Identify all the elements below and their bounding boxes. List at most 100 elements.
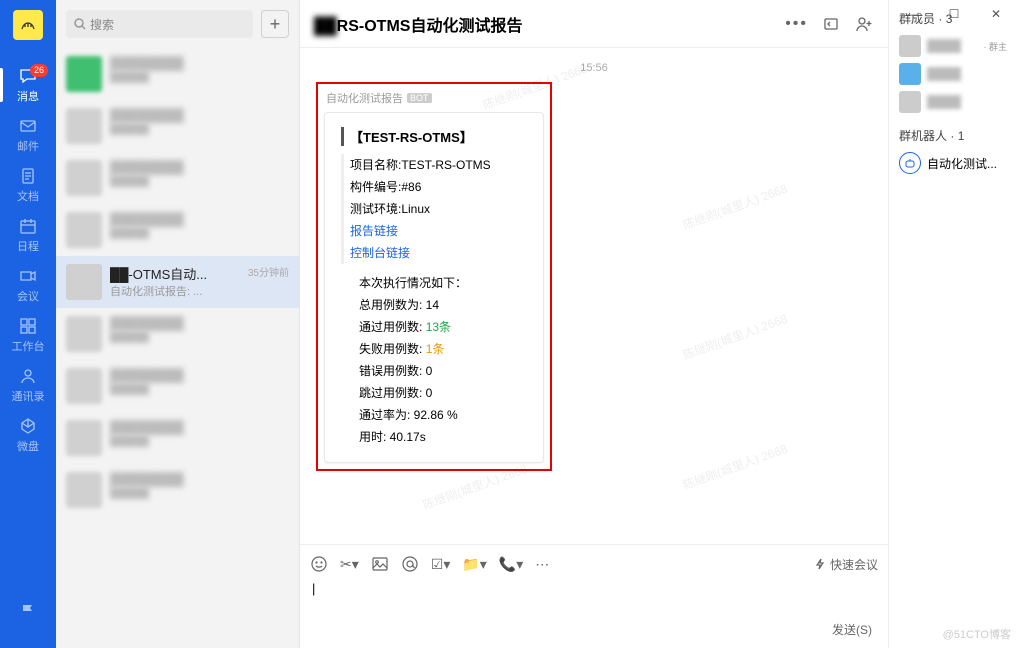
conv-title: ████████ [110,212,289,227]
unread-badge: 26 [30,64,48,77]
conv-title: ████████ [110,420,289,435]
nav-doc[interactable]: 文档 [0,160,56,210]
highlighted-message: 自动化测试报告 BOT 【TEST-RS-OTMS】 项目名称:TEST-RS-… [316,82,552,471]
conv-title: ████████ [110,160,289,175]
window-max[interactable]: ☐ [933,0,975,28]
search-input[interactable]: 搜索 [66,10,253,38]
nav-calendar[interactable]: 日程 [0,210,56,260]
input-bar: ✂▾ ☑▾ 📁▾ 📞▾ ⋯ 快速会议 | 发送(S) [300,544,888,648]
stats-total: 总用例数为: 14 [359,294,527,316]
report-link[interactable]: 报告链接 [341,220,527,242]
bots-header: 群机器人 · 1 [899,127,1007,144]
contacts-icon [18,366,38,386]
member-name: ████ [927,95,1007,109]
avatar [899,63,921,85]
nav-more[interactable] [0,588,56,638]
card-title: 【TEST-RS-OTMS】 [341,127,527,146]
nav-label: 工作台 [12,338,45,354]
nav-chat[interactable]: 消息26 [0,60,56,110]
conv-subtitle: █████ [110,435,289,447]
conv-subtitle: █████ [110,175,289,187]
bot-row[interactable]: 自动化测试... [899,152,1007,174]
avatar [66,316,102,352]
conv-subtitle: █████ [110,487,289,499]
conversation-item[interactable]: ████████ █████ [56,48,299,100]
window-min[interactable]: — [891,0,933,28]
scissors-icon[interactable]: ✂▾ [340,556,359,573]
folder-icon[interactable]: 📁▾ [462,556,486,573]
conversation-item[interactable]: ████████ █████ [56,464,299,516]
avatar [899,91,921,113]
conversation-item[interactable]: ████████ █████ [56,308,299,360]
chat-area: ██RS-OTMS自动化测试报告 ••• 15:56 陈继刚(城里人) 2668… [300,0,889,648]
message-input[interactable]: | [310,577,878,617]
conv-title: ████████ [110,108,289,123]
conversation-item[interactable]: ████████ █████ [56,100,299,152]
send-button[interactable]: 发送(S) [310,617,878,642]
more-icon[interactable]: ••• [785,15,808,33]
meeting-icon [18,266,38,286]
chat-titlebar: ██RS-OTMS自动化测试报告 ••• [300,0,888,48]
image-icon[interactable] [371,555,389,573]
phone-icon[interactable]: 📞▾ [499,556,523,573]
conversation-item[interactable]: ████████ █████ [56,360,299,412]
bot-name: 自动化测试... [927,155,997,172]
avatar [66,160,102,196]
nav-contacts[interactable]: 通讯录 [0,360,56,410]
avatar [66,472,102,508]
conv-subtitle: █████ [110,227,289,239]
doc-icon [18,166,38,186]
nav-label: 通讯录 [12,388,45,404]
member-name: ████ [927,39,978,53]
expand-icon[interactable] [822,15,840,33]
stats-pass: 通过用例数: 13条 [359,316,527,338]
chat-title: ██RS-OTMS自动化测试报告 [314,12,785,36]
nav-mail[interactable]: 邮件 [0,110,56,160]
conv-title: ████████ [110,368,289,383]
conversation-item[interactable]: ████████ █████ [56,152,299,204]
main-area: ██RS-OTMS自动化测试报告 ••• 15:56 陈继刚(城里人) 2668… [300,0,1017,648]
avatar [66,212,102,248]
quick-meeting-button[interactable]: 快速会议 [814,556,878,573]
member-row[interactable]: ████ [899,63,1007,85]
conversation-item[interactable]: ██-OTMS自动... 自动化测试报告: ... 35分钟前 [56,256,299,308]
conversation-list: ████████ █████ ████████ █████ ████████ █… [56,48,299,648]
owner-tag: · 群主 [984,40,1008,53]
add-member-icon[interactable] [854,15,874,33]
conv-subtitle: █████ [110,331,289,343]
conversation-item[interactable]: ████████ █████ [56,204,299,256]
card-env: 测试环境:Linux [341,198,527,220]
conv-subtitle: █████ [110,123,289,135]
task-icon[interactable]: ☑▾ [431,556,451,573]
mention-icon[interactable] [401,555,419,573]
window-close[interactable]: ✕ [975,0,1017,28]
nav-grid[interactable]: 工作台 [0,310,56,360]
add-button[interactable]: + [261,10,289,38]
attribution-watermark: @51CTO博客 [943,626,1011,642]
more-tools-icon[interactable]: ⋯ [535,556,550,573]
nav-disk[interactable]: 微盘 [0,410,56,460]
message-sender: 自动化测试报告 BOT [326,90,544,106]
member-row[interactable]: ████ · 群主 [899,35,1007,57]
mail-icon [18,116,38,136]
conv-subtitle: █████ [110,71,289,83]
logo-icon [20,17,36,33]
avatar [66,420,102,456]
conversation-item[interactable]: ████████ █████ [56,412,299,464]
conv-title: ██-OTMS自动... [110,264,240,283]
search-placeholder: 搜索 [90,16,114,33]
nav-meeting[interactable]: 会议 [0,260,56,310]
nav-label: 日程 [17,238,39,254]
stats-duration: 用时: 40.17s [359,426,527,448]
conv-subtitle: 自动化测试报告: ... [110,283,240,299]
flag-icon [18,602,38,622]
member-row[interactable]: ████ [899,91,1007,113]
app-logo[interactable] [13,10,43,40]
avatar [899,35,921,57]
console-link[interactable]: 控制台链接 [341,242,527,264]
nav-label: 微盘 [17,438,39,454]
message-area: 15:56 陈继刚(城里人) 2668 陈继刚(城里人) 2668 陈继刚(城里… [300,48,888,544]
emoji-icon[interactable] [310,555,328,573]
conv-title: ████████ [110,56,289,71]
calendar-icon [18,216,38,236]
